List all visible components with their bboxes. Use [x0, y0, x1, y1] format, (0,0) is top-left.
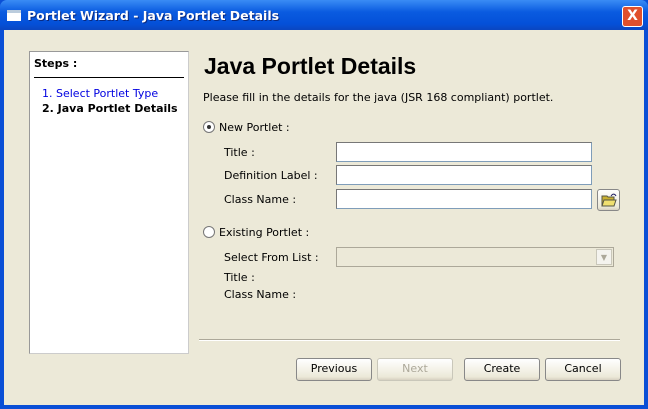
separator	[199, 339, 620, 341]
step-java-portlet-details: 2. Java Portlet Details	[42, 102, 178, 115]
steps-panel: Steps : 1. Select Portlet Type 2. Java P…	[29, 51, 189, 354]
definition-label-label: Definition Label :	[224, 169, 318, 182]
new-portlet-radio[interactable]	[203, 121, 215, 133]
cancel-button[interactable]: Cancel	[545, 358, 621, 381]
open-folder-icon	[600, 193, 617, 207]
class-name-label: Class Name :	[224, 193, 297, 206]
existing-class-name-label: Class Name :	[224, 288, 297, 301]
page-description: Please fill in the details for the java …	[203, 91, 554, 104]
title-input[interactable]	[336, 142, 592, 162]
class-name-input[interactable]	[336, 189, 592, 209]
browse-button[interactable]	[597, 189, 620, 211]
new-portlet-label: New Portlet :	[219, 121, 290, 134]
definition-label-input[interactable]	[336, 165, 592, 185]
chevron-down-icon[interactable]: ▼	[596, 249, 612, 265]
divider	[34, 77, 184, 78]
portlet-select[interactable]: ▼	[336, 247, 614, 267]
create-button[interactable]: Create	[464, 358, 540, 381]
step-select-portlet-type[interactable]: 1. Select Portlet Type	[42, 87, 158, 100]
existing-portlet-radio[interactable]	[203, 226, 215, 238]
steps-heading: Steps :	[34, 57, 78, 70]
window-title: Portlet Wizard - Java Portlet Details	[27, 8, 280, 23]
page-title: Java Portlet Details	[204, 53, 417, 79]
existing-portlet-label: Existing Portlet :	[219, 226, 310, 239]
next-button[interactable]: Next	[377, 358, 453, 381]
existing-title-label: Title :	[224, 271, 255, 284]
window-icon	[7, 10, 21, 21]
select-from-list-label: Select From List :	[224, 251, 319, 264]
close-button[interactable]: X	[622, 6, 643, 27]
title-bar: Portlet Wizard - Java Portlet Details X	[0, 0, 648, 30]
wizard-body: Steps : 1. Select Portlet Type 2. Java P…	[4, 30, 644, 405]
previous-button[interactable]: Previous	[296, 358, 372, 381]
title-label: Title :	[224, 146, 255, 159]
